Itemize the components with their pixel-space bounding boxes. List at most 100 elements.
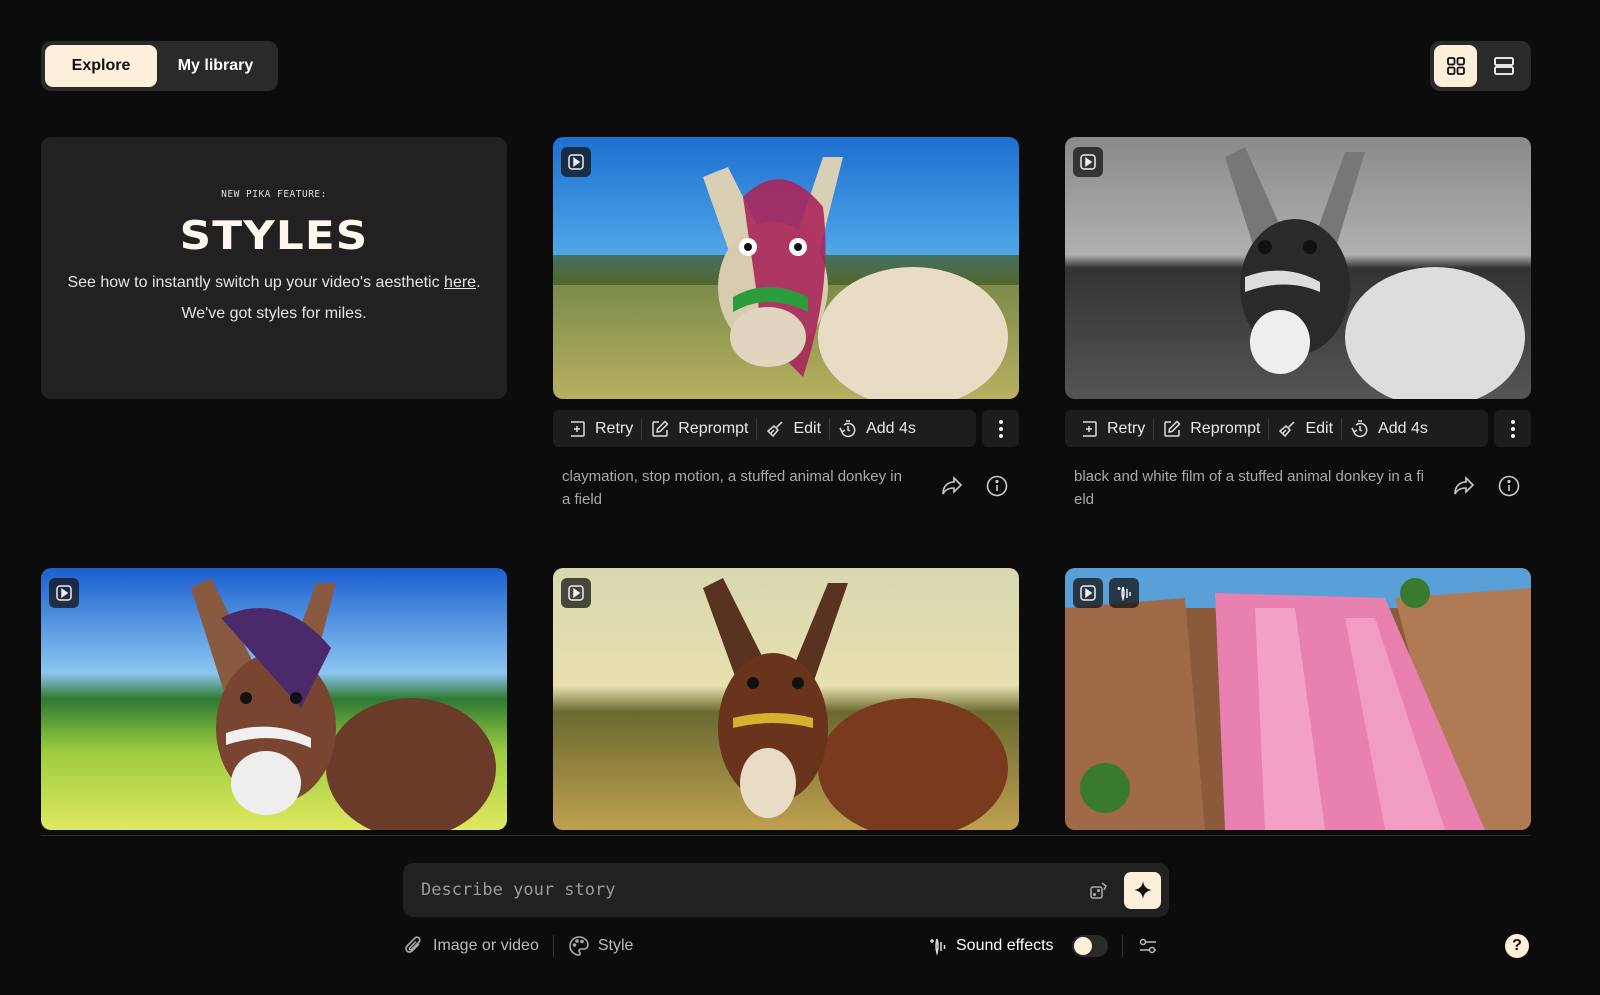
action-group: Retry Reprompt Edit Add 4s <box>1065 410 1488 447</box>
promo-tagline: We've got styles for miles. <box>181 305 367 322</box>
edit-button[interactable]: Edit <box>1269 410 1341 447</box>
promo-title: STYLES <box>179 214 369 259</box>
timer-add-icon <box>1351 419 1368 437</box>
play-video-icon <box>568 585 584 601</box>
play-video-icon <box>568 154 584 170</box>
action-group: Retry Reprompt Edit Add 4s <box>553 410 976 447</box>
video-card: Retry Reprompt Edit Add 4s black and whi… <box>1065 137 1531 511</box>
list-icon <box>1493 57 1514 75</box>
play-video-icon <box>1080 585 1096 601</box>
add-4s-button[interactable]: Add 4s <box>830 410 924 447</box>
share-icon[interactable] <box>1452 475 1476 497</box>
more-vertical-icon <box>998 419 1003 438</box>
retry-button[interactable]: Retry <box>1071 410 1153 447</box>
pencil-square-icon <box>652 419 669 437</box>
video-meta: black and white film of a stuffed animal… <box>1065 465 1531 511</box>
generate-button[interactable] <box>1124 871 1161 909</box>
donkey-bw-image <box>1065 137 1531 399</box>
share-icon[interactable] <box>940 475 964 497</box>
video-prompt: black and white film of a stuffed animal… <box>1074 468 1424 508</box>
prompt-composer <box>403 863 1169 917</box>
brush-icon <box>767 420 784 437</box>
toggle-knob <box>1073 937 1092 955</box>
reprompt-label: Reprompt <box>1190 419 1261 437</box>
video-thumbnail[interactable] <box>553 568 1019 830</box>
edit-label: Edit <box>793 419 822 437</box>
reprompt-button[interactable]: Reprompt <box>1154 410 1268 447</box>
composer-toolbar-left: Image or video Style <box>403 935 633 957</box>
promo-text-before: See how to instantly switch up your vide… <box>67 274 445 291</box>
donkey-realistic-image <box>553 568 1019 830</box>
grid-view-button[interactable] <box>1434 45 1477 87</box>
story-input[interactable] <box>421 880 1088 900</box>
video-card <box>553 568 1019 830</box>
play-video-icon <box>1080 154 1096 170</box>
add-4s-button[interactable]: Add 4s <box>1342 410 1436 447</box>
video-card <box>41 568 507 830</box>
retry-icon <box>1083 420 1097 437</box>
sound-effects-control: Sound effects <box>928 935 1108 957</box>
divider <box>41 835 1531 836</box>
donkey-anime-image <box>41 568 507 830</box>
info-icon[interactable] <box>986 475 1008 497</box>
more-options-button[interactable] <box>982 410 1019 447</box>
add-4s-label: Add 4s <box>866 419 916 437</box>
random-prompt-icon[interactable] <box>1088 879 1110 901</box>
video-meta: claymation, stop motion, a stuffed anima… <box>553 465 1019 511</box>
tab-explore[interactable]: Explore <box>45 45 157 87</box>
edit-label: Edit <box>1305 419 1334 437</box>
video-badge <box>561 578 591 608</box>
retry-button[interactable]: Retry <box>559 410 641 447</box>
image-or-video-button[interactable]: Image or video <box>403 935 539 957</box>
separator <box>1121 935 1123 957</box>
timer-add-icon <box>839 419 856 437</box>
sound-wave-icon <box>930 938 946 956</box>
sound-effects-label: Sound effects <box>956 937 1054 954</box>
promo-kicker: NEW PIKA FEATURE: <box>221 189 327 200</box>
paperclip-icon <box>405 936 421 953</box>
promo-description: See how to instantly switch up your vide… <box>41 271 507 294</box>
video-thumbnail[interactable] <box>1065 568 1531 830</box>
video-badge <box>1073 147 1103 177</box>
sound-effects-toggle[interactable] <box>1071 935 1108 957</box>
layout-toggle <box>1430 41 1531 91</box>
meta-icons <box>1452 475 1520 511</box>
video-thumbnail[interactable] <box>1065 137 1531 399</box>
sparkle-icon <box>1133 881 1152 899</box>
play-video-icon <box>56 585 72 601</box>
video-badge <box>561 147 591 177</box>
style-button[interactable]: Style <box>568 935 634 957</box>
separator <box>552 935 554 957</box>
add-4s-label: Add 4s <box>1378 419 1428 437</box>
styles-promo-card: NEW PIKA FEATURE: STYLES See how to inst… <box>41 137 507 399</box>
video-badge <box>1073 578 1103 608</box>
video-thumbnail[interactable] <box>553 137 1019 399</box>
pencil-square-icon <box>1164 419 1181 437</box>
grid-icon <box>1446 57 1465 75</box>
edit-button[interactable]: Edit <box>757 410 829 447</box>
video-card: Retry Reprompt Edit Add 4s claymation, s… <box>553 137 1019 511</box>
video-actions: Retry Reprompt Edit Add 4s <box>1065 410 1531 447</box>
meta-icons <box>940 475 1008 511</box>
reprompt-label: Reprompt <box>678 419 749 437</box>
more-vertical-icon <box>1510 419 1515 438</box>
settings-sliders-icon[interactable] <box>1137 935 1159 957</box>
image-or-video-label: Image or video <box>433 937 539 954</box>
view-tabs: Explore My library <box>41 41 278 91</box>
video-actions: Retry Reprompt Edit Add 4s <box>553 410 1019 447</box>
info-icon[interactable] <box>1498 475 1520 497</box>
sound-badge <box>1109 578 1139 608</box>
style-label: Style <box>597 937 634 954</box>
video-prompt: claymation, stop motion, a stuffed anima… <box>562 468 902 508</box>
list-view-button[interactable] <box>1482 45 1525 87</box>
palette-icon <box>569 936 589 956</box>
video-thumbnail[interactable] <box>41 568 507 830</box>
promo-here-link[interactable]: here <box>444 274 476 291</box>
reprompt-button[interactable]: Reprompt <box>642 410 756 447</box>
help-button[interactable]: ? <box>1505 934 1529 958</box>
retry-icon <box>571 420 585 437</box>
tab-my-library[interactable]: My library <box>157 45 274 87</box>
retry-label: Retry <box>1107 419 1146 437</box>
more-options-button[interactable] <box>1494 410 1531 447</box>
sound-wave-icon <box>1117 586 1131 602</box>
